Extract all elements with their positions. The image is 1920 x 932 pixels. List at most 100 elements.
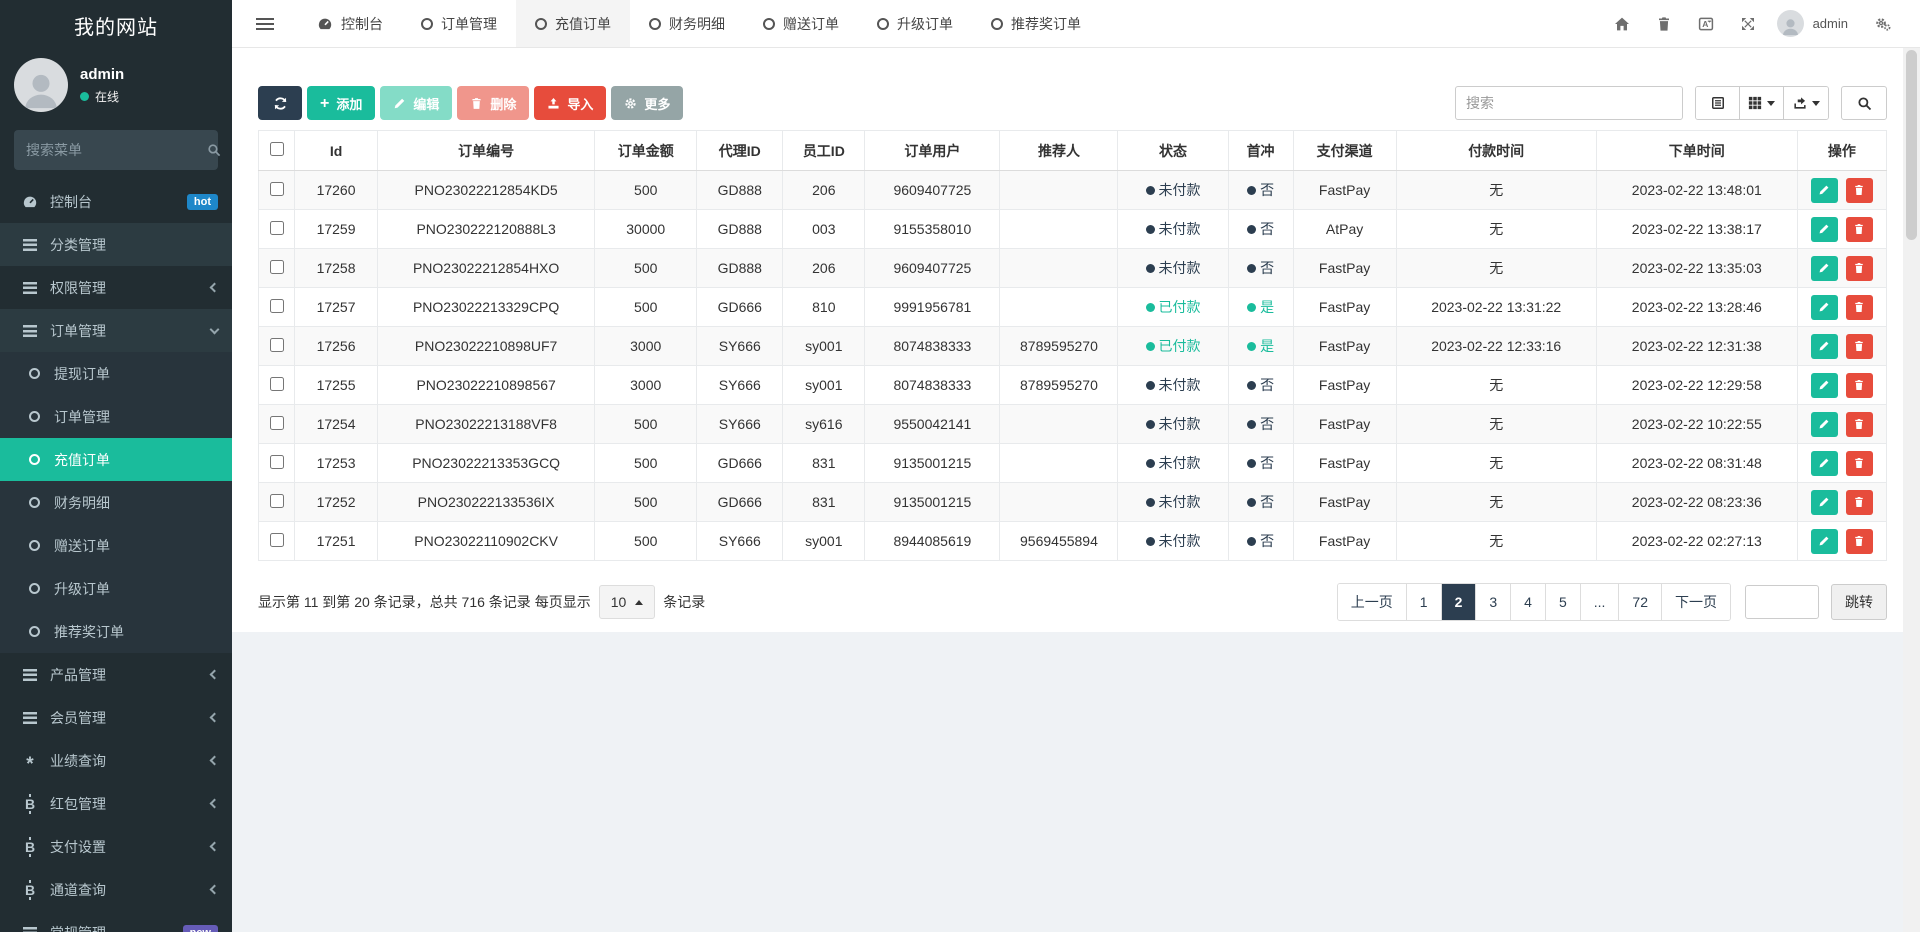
column-header[interactable]: Id <box>295 131 378 171</box>
fullscreen-button[interactable] <box>1727 0 1769 48</box>
row-edit-button[interactable] <box>1811 451 1838 476</box>
refresh-button[interactable] <box>258 86 302 120</box>
row-delete-button[interactable] <box>1846 256 1873 281</box>
column-header[interactable]: 付款时间 <box>1396 131 1596 171</box>
row-delete-button[interactable] <box>1846 529 1873 554</box>
row-edit-button[interactable] <box>1811 529 1838 554</box>
more-button[interactable]: 更多 <box>611 86 683 120</box>
row-edit-button[interactable] <box>1811 490 1838 515</box>
page-button[interactable]: 2 <box>1442 584 1477 620</box>
sidebar-menu-item[interactable]: 会员管理 <box>0 696 232 739</box>
import-button[interactable]: 导入 <box>534 86 606 120</box>
row-edit-button[interactable] <box>1811 334 1838 359</box>
row-checkbox[interactable] <box>270 338 284 352</box>
sidebar-menu-item[interactable]: * 业绩查询 <box>0 739 232 782</box>
page-button[interactable]: 3 <box>1476 584 1511 620</box>
column-header[interactable]: 订单用户 <box>865 131 1000 171</box>
row-delete-button[interactable] <box>1846 217 1873 242</box>
topnav-user-name[interactable]: admin <box>1813 16 1848 31</box>
sidebar-menu-item[interactable]: 分类管理 <box>0 223 232 266</box>
home-button[interactable] <box>1601 0 1643 48</box>
row-checkbox[interactable] <box>270 299 284 313</box>
select-all-checkbox[interactable] <box>270 142 284 156</box>
row-checkbox[interactable] <box>270 533 284 547</box>
topnav-tab[interactable]: 控制台 <box>298 0 402 47</box>
sidebar-search-input[interactable] <box>26 142 207 158</box>
sidebar-menu-item[interactable]: 提现订单 <box>0 352 232 395</box>
row-edit-button[interactable] <box>1811 295 1838 320</box>
sidebar-menu-item[interactable]: 订单管理 <box>0 309 232 352</box>
hamburger-menu-icon[interactable] <box>256 18 274 30</box>
row-delete-button[interactable] <box>1846 295 1873 320</box>
topnav-tab[interactable]: 赠送订单 <box>744 0 858 47</box>
sidebar-menu-item[interactable]: 订单管理 <box>0 395 232 438</box>
sidebar-menu-item[interactable]: 升级订单 <box>0 567 232 610</box>
topnav-tab[interactable]: 升级订单 <box>858 0 972 47</box>
row-delete-button[interactable] <box>1846 373 1873 398</box>
row-checkbox[interactable] <box>270 182 284 196</box>
sidebar-menu-item[interactable]: B 通道查询 <box>0 868 232 911</box>
row-edit-button[interactable] <box>1811 217 1838 242</box>
row-edit-button[interactable] <box>1811 373 1838 398</box>
sidebar-menu-item[interactable]: 权限管理 <box>0 266 232 309</box>
grid-columns-button[interactable] <box>1740 87 1784 119</box>
column-header[interactable]: 订单编号 <box>378 131 595 171</box>
add-button[interactable]: + 添加 <box>307 86 375 120</box>
column-header[interactable]: 推荐人 <box>1000 131 1118 171</box>
column-header[interactable]: 下单时间 <box>1596 131 1797 171</box>
row-edit-button[interactable] <box>1811 412 1838 437</box>
search-submit-button[interactable] <box>1841 86 1887 120</box>
row-delete-button[interactable] <box>1846 334 1873 359</box>
jump-page-input[interactable] <box>1745 585 1819 619</box>
sidebar-menu-item[interactable]: B 红包管理 <box>0 782 232 825</box>
column-header[interactable]: 操作 <box>1797 131 1886 171</box>
sidebar-menu-item[interactable]: 赠送订单 <box>0 524 232 567</box>
column-header[interactable]: 订单金额 <box>595 131 697 171</box>
app-title[interactable]: 我的网站 <box>0 0 232 50</box>
delete-button[interactable]: 删除 <box>457 86 529 120</box>
row-checkbox[interactable] <box>270 260 284 274</box>
row-delete-button[interactable] <box>1846 178 1873 203</box>
row-checkbox[interactable] <box>270 455 284 469</box>
jump-button[interactable]: 跳转 <box>1831 584 1887 620</box>
column-header[interactable]: 支付渠道 <box>1293 131 1396 171</box>
next-page-button[interactable]: 下一页 <box>1662 584 1730 620</box>
column-header[interactable]: 状态 <box>1118 131 1228 171</box>
scrollbar[interactable] <box>1903 48 1920 932</box>
export-button[interactable] <box>1784 87 1828 119</box>
table-search-input[interactable] <box>1455 86 1683 120</box>
column-header[interactable]: 代理ID <box>697 131 783 171</box>
topnav-tab[interactable]: 充值订单 <box>516 0 630 47</box>
edit-button[interactable]: 编辑 <box>380 86 452 120</box>
row-delete-button[interactable] <box>1846 451 1873 476</box>
prev-page-button[interactable]: 上一页 <box>1338 584 1407 620</box>
column-header[interactable]: 员工ID <box>783 131 865 171</box>
column-header[interactable]: 首冲 <box>1228 131 1293 171</box>
sidebar-menu-item[interactable]: 控制台 hot <box>0 180 232 223</box>
row-checkbox[interactable] <box>270 416 284 430</box>
topnav-tab[interactable]: 财务明细 <box>630 0 744 47</box>
row-edit-button[interactable] <box>1811 178 1838 203</box>
per-page-select[interactable]: 10 <box>599 585 656 619</box>
row-checkbox[interactable] <box>270 494 284 508</box>
sidebar-menu-item[interactable]: 常规管理 new <box>0 911 232 932</box>
translate-button[interactable]: A <box>1685 0 1727 48</box>
gears-button[interactable] <box>1862 0 1904 48</box>
topnav-tab[interactable]: 订单管理 <box>402 0 516 47</box>
row-checkbox[interactable] <box>270 377 284 391</box>
row-delete-button[interactable] <box>1846 412 1873 437</box>
sidebar-menu-item[interactable]: 推荐奖订单 <box>0 610 232 653</box>
list-view-button[interactable] <box>1696 87 1740 119</box>
row-checkbox[interactable] <box>270 221 284 235</box>
avatar[interactable] <box>1777 10 1804 37</box>
sidebar-menu-item[interactable]: 产品管理 <box>0 653 232 696</box>
scrollbar-thumb[interactable] <box>1906 50 1917 240</box>
page-button[interactable]: 72 <box>1619 584 1662 620</box>
page-button[interactable]: 1 <box>1407 584 1442 620</box>
sidebar-menu-item[interactable]: B 支付设置 <box>0 825 232 868</box>
topnav-tab[interactable]: 推荐奖订单 <box>972 0 1100 47</box>
row-edit-button[interactable] <box>1811 256 1838 281</box>
page-button[interactable]: 5 <box>1546 584 1581 620</box>
trash-button[interactable] <box>1643 0 1685 48</box>
sidebar-menu-item[interactable]: 充值订单 <box>0 438 232 481</box>
